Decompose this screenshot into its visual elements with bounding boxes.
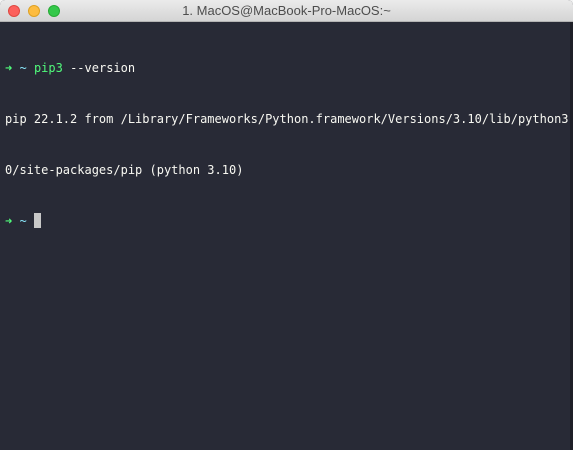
prompt-directory: ~	[19, 214, 27, 228]
prompt-arrow-icon: ➜	[5, 214, 13, 228]
window-title: 1. MacOS@MacBook-Pro-MacOS:~	[182, 3, 391, 18]
terminal-window: 1. MacOS@MacBook-Pro-MacOS:~ ➜ ~ pip3 --…	[0, 0, 573, 450]
prompt-arrow-icon: ➜	[5, 61, 13, 75]
minimize-window-button[interactable]	[28, 5, 40, 17]
title-bar[interactable]: 1. MacOS@MacBook-Pro-MacOS:~	[0, 0, 573, 22]
prompt-directory: ~	[19, 61, 27, 75]
terminal-line-prompt: ➜ ~	[5, 213, 568, 230]
terminal-line-output: pip 22.1.2 from /Library/Frameworks/Pyth…	[5, 112, 573, 126]
terminal-line-output: 0/site-packages/pip (python 3.10)	[5, 163, 244, 177]
terminal-line-command: ➜ ~ pip3 --version	[5, 60, 568, 77]
terminal-output[interactable]: ➜ ~ pip3 --version pip 22.1.2 from /Libr…	[0, 22, 573, 450]
command-name: pip3	[33, 61, 63, 75]
command-args: --version	[70, 61, 136, 75]
text-cursor	[33, 213, 41, 228]
close-window-button[interactable]	[8, 5, 20, 17]
zoom-window-button[interactable]	[48, 5, 60, 17]
